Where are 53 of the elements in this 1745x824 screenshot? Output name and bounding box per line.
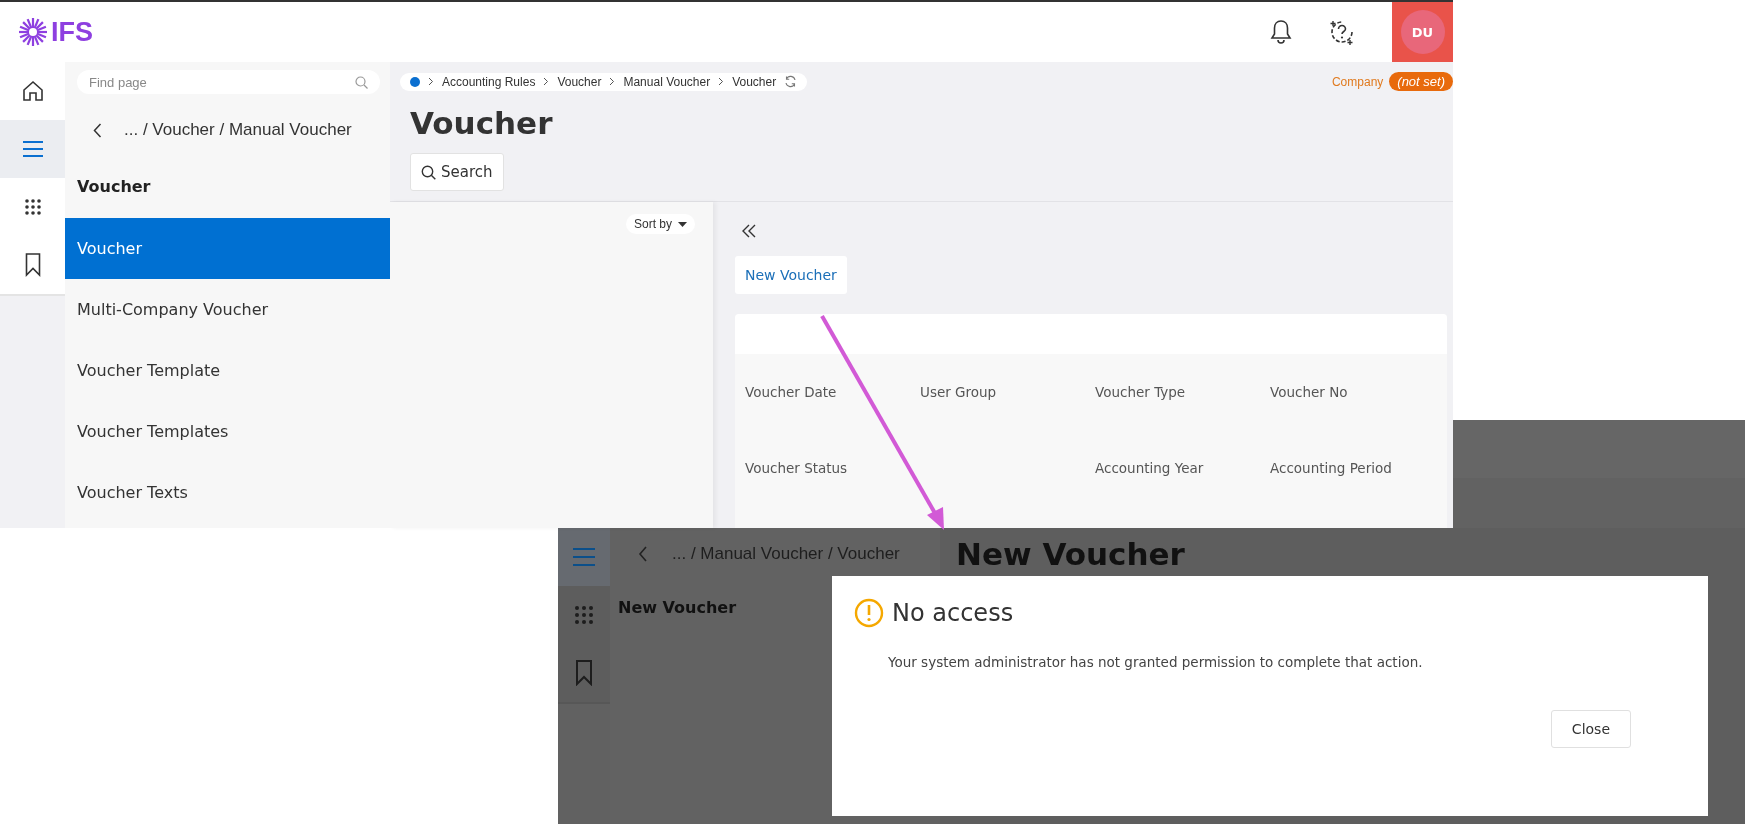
search-button[interactable]: Search xyxy=(410,153,504,191)
page-title: Voucher xyxy=(409,104,554,143)
caret-icon xyxy=(678,221,687,227)
nav-path[interactable]: ... / Voucher / Manual Voucher xyxy=(124,120,352,140)
find-page-field[interactable]: Find page xyxy=(77,70,380,94)
menu-rail-button[interactable] xyxy=(0,120,65,178)
close-button[interactable]: Close xyxy=(1550,710,1631,748)
field-label: Voucher No xyxy=(1270,384,1349,400)
chevron-icon xyxy=(609,77,616,86)
back-chevron-icon[interactable] xyxy=(93,122,102,138)
chevron-icon xyxy=(428,77,434,86)
logo-text: IFS xyxy=(51,16,93,48)
page-title: New Voucher xyxy=(955,535,1186,572)
breadcrumb-link[interactable]: Voucher xyxy=(557,74,602,89)
home-icon xyxy=(21,80,44,102)
search-icon xyxy=(355,76,368,89)
field-label: Voucher Type xyxy=(1095,384,1187,400)
field-label: Voucher Status xyxy=(745,460,849,476)
field-label: Accounting Year xyxy=(1095,460,1205,476)
field-label: User Group xyxy=(920,384,998,400)
dialog-title: No access xyxy=(892,599,1014,627)
new-voucher-button[interactable]: New Voucher xyxy=(735,256,847,294)
sort-by-dropdown[interactable]: Sort by xyxy=(626,214,695,234)
grid-dots-icon xyxy=(23,198,42,216)
search-icon xyxy=(421,164,436,180)
field-label: Accounting Period xyxy=(1270,460,1393,476)
chevron-icon xyxy=(543,77,550,86)
grid-dots-icon xyxy=(574,605,594,625)
nav-heading: Voucher xyxy=(76,175,152,198)
breadcrumb-link[interactable]: Voucher xyxy=(732,74,777,89)
company-label: Company xyxy=(1331,74,1384,89)
nav-item[interactable]: Voucher Texts xyxy=(65,462,390,523)
chevron-icon xyxy=(718,77,725,86)
nav-heading: New Voucher xyxy=(618,598,737,617)
dot-icon xyxy=(410,76,420,87)
help-icon[interactable] xyxy=(1328,18,1356,46)
breadcrumb-link[interactable]: Manual Voucher xyxy=(623,74,711,89)
warning-icon xyxy=(854,598,884,628)
sunburst-logo-icon xyxy=(18,17,48,47)
dialog-message: Your system administrator has not granted permission to complete that action. xyxy=(888,654,1424,670)
double-chevron-icon[interactable] xyxy=(741,224,757,238)
bookmark-icon xyxy=(575,660,593,686)
nav-item[interactable]: Voucher Templates xyxy=(65,401,390,462)
nav-item[interactable]: Multi-Company Voucher xyxy=(65,279,390,340)
refresh-icon[interactable] xyxy=(784,75,798,88)
menu-icon xyxy=(572,547,596,567)
breadcrumb-link[interactable]: Accounting Rules xyxy=(442,74,536,89)
nav-item[interactable]: Voucher Template xyxy=(65,340,390,401)
menu-icon xyxy=(21,140,44,158)
field-label: Voucher Date xyxy=(745,384,838,400)
bookmark-icon xyxy=(24,253,41,277)
bell-icon[interactable] xyxy=(1270,19,1292,45)
nav-item[interactable]: Voucher xyxy=(65,218,390,279)
